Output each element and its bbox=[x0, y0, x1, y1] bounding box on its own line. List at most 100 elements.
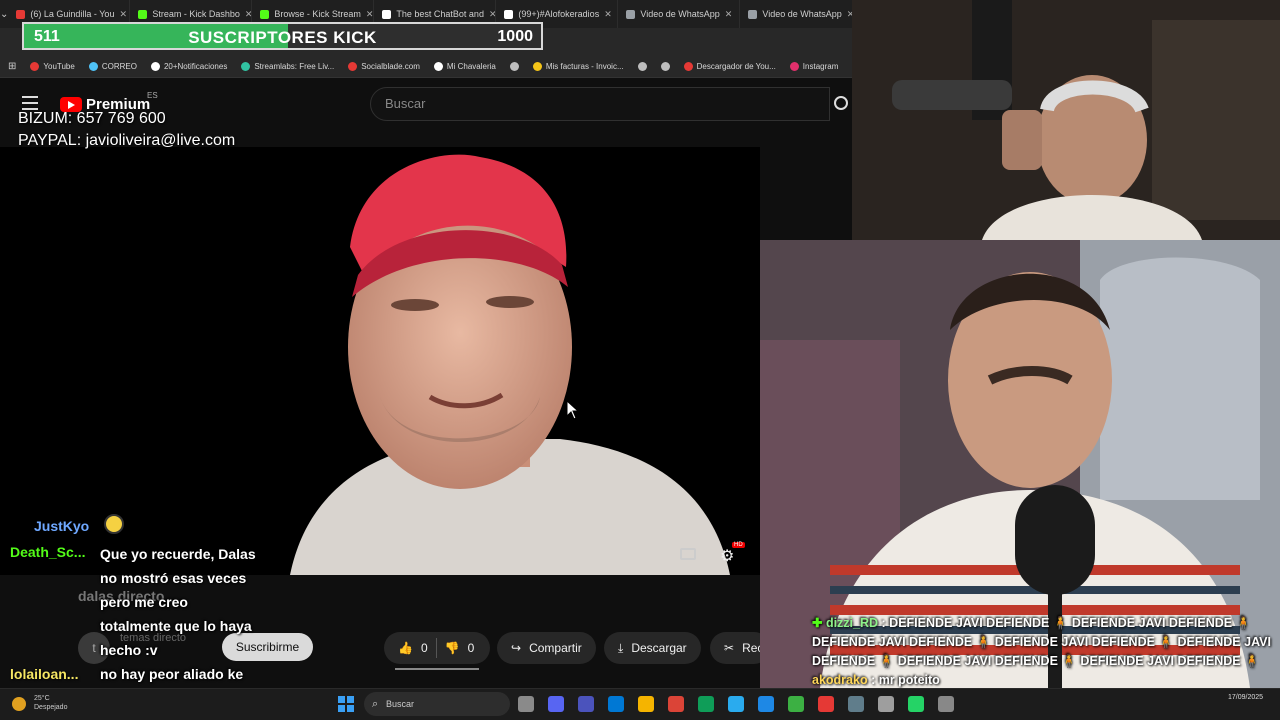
bookmark-label: CORREO bbox=[101, 62, 137, 71]
browser-tab[interactable]: Video de WhatsApp ✕ bbox=[618, 0, 741, 28]
download-label: Descargar bbox=[631, 641, 687, 655]
taskbar-app-icon[interactable] bbox=[878, 696, 894, 712]
bookmark-label: Descargador de You... bbox=[696, 62, 776, 71]
tab-search-button[interactable]: ⌄ bbox=[0, 0, 8, 28]
bookmark-item[interactable]: Instagram bbox=[789, 62, 839, 71]
tab-close-icon[interactable]: ✕ bbox=[245, 9, 251, 20]
bookmark-label: Mi Chavaleria bbox=[446, 62, 496, 71]
subscriber-goal-title: SUSCRIPTORES KICK bbox=[188, 28, 377, 47]
taskbar-app-icon[interactable] bbox=[608, 696, 624, 712]
download-icon: ⤓ bbox=[618, 640, 624, 655]
video-person-illustration bbox=[290, 154, 730, 575]
tab-close-icon[interactable]: ✕ bbox=[119, 9, 127, 20]
weather-sun-icon[interactable] bbox=[12, 697, 26, 711]
bookmark-favicon-icon bbox=[683, 62, 693, 71]
bookmark-favicon-icon bbox=[241, 62, 251, 71]
windows-start-icon[interactable] bbox=[338, 696, 354, 712]
tab-close-icon[interactable]: ✕ bbox=[604, 9, 612, 20]
bookmark-item[interactable]: Mis facturas - Invoic... bbox=[532, 62, 624, 71]
taskbar-app-icon[interactable] bbox=[848, 696, 864, 712]
taskbar-app-icon[interactable] bbox=[788, 696, 804, 712]
tab-close-icon[interactable]: ✕ bbox=[366, 9, 373, 20]
bookmark-item[interactable] bbox=[660, 62, 670, 71]
thumbs-up-icon[interactable]: 👍 bbox=[398, 641, 413, 655]
tab-favicon-icon bbox=[16, 9, 26, 19]
chat-username: JustKyo bbox=[34, 518, 90, 534]
download-button[interactable]: ⤓ Descargar bbox=[604, 632, 701, 664]
tab-close-icon[interactable]: ✕ bbox=[489, 9, 495, 20]
bookmark-label: Socialblade.com bbox=[361, 62, 420, 71]
taskbar-app-icon[interactable] bbox=[578, 696, 594, 712]
taskbar-app-icon[interactable] bbox=[728, 696, 744, 712]
bookmark-favicon-icon bbox=[637, 62, 647, 71]
tab-favicon-icon bbox=[504, 9, 514, 19]
bookmark-item[interactable]: Socialblade.com bbox=[348, 62, 420, 71]
bookmark-favicon-icon bbox=[433, 62, 443, 71]
taskbar-app-icon[interactable] bbox=[818, 696, 834, 712]
search-icon[interactable] bbox=[834, 96, 848, 110]
chat-line-1: ✚ dizzi_RD : DEFIENDE JAVI DEFIENDE 🧍 DE… bbox=[812, 614, 1272, 671]
scissors-icon: ✂ bbox=[724, 641, 735, 655]
donation-info: BIZUM: 657 769 600 PAYPAL: javioliveira@… bbox=[18, 108, 235, 152]
like-count: 0 bbox=[420, 641, 428, 655]
taskbar-app-icon[interactable] bbox=[758, 696, 774, 712]
bookmark-favicon-icon bbox=[509, 62, 519, 71]
chat-message: : DEFIENDE JAVI DEFIENDE 🧍 DEFIENDE JAVI… bbox=[812, 616, 1271, 668]
apps-grid-icon[interactable]: ⊞ bbox=[8, 61, 16, 72]
like-dislike-group: 👍 0 👎 0 bbox=[384, 632, 490, 664]
tab-label: Video de WhatsApp bbox=[762, 9, 842, 19]
bookmark-item[interactable] bbox=[637, 62, 647, 71]
chat-message-line: totalmente que lo haya bbox=[100, 618, 252, 634]
bookmark-favicon-icon bbox=[789, 62, 799, 71]
tab-favicon-icon bbox=[382, 9, 392, 19]
taskbar-app-icon[interactable] bbox=[638, 696, 654, 712]
tab-label: Stream - Kick Dashbo bbox=[152, 9, 240, 19]
system-clock[interactable]: 17/09/2025 bbox=[1228, 693, 1263, 703]
youtube-search-input[interactable]: Buscar bbox=[370, 87, 830, 121]
weather-description: Despejado bbox=[34, 704, 68, 711]
settings-gear-icon[interactable]: ⚙ bbox=[720, 546, 734, 566]
subscriber-goal-target: 1000 bbox=[497, 28, 533, 45]
like-separator bbox=[435, 638, 437, 658]
tab-favicon-icon bbox=[748, 9, 758, 19]
bookmark-item[interactable]: CORREO bbox=[88, 62, 137, 71]
taskbar-app-icon[interactable] bbox=[668, 696, 684, 712]
region-label: ES bbox=[147, 91, 158, 100]
subtitles-icon[interactable] bbox=[680, 548, 696, 560]
webcam-top-scene bbox=[852, 0, 1280, 240]
share-button[interactable]: ↪ Compartir bbox=[497, 632, 596, 664]
share-label: Compartir bbox=[529, 641, 582, 655]
bookmark-item[interactable]: Descargador de You... bbox=[683, 62, 776, 71]
subscriber-goal-bar: 511 SUSCRIPTORES KICK 1000 bbox=[22, 22, 543, 50]
taskbar-app-icon[interactable] bbox=[548, 696, 564, 712]
thumbs-down-icon[interactable]: 👎 bbox=[445, 641, 460, 655]
mouse-cursor-icon bbox=[566, 400, 580, 420]
bookmark-item[interactable] bbox=[509, 62, 519, 71]
chat-message: : mr poteito bbox=[871, 673, 940, 687]
bookmark-label: Mis facturas - Invoic... bbox=[545, 62, 624, 71]
browser-tab[interactable]: Video de WhatsApp ✕ bbox=[740, 0, 863, 28]
bookmark-item[interactable]: YouTube bbox=[30, 62, 75, 71]
chat-message-line: no hay peor aliado ke bbox=[100, 666, 244, 682]
chat-username: dizzi_RD bbox=[825, 616, 879, 630]
bookmark-item[interactable]: 20+Notificaciones bbox=[150, 62, 227, 71]
bookmark-label: Instagram bbox=[802, 62, 839, 71]
taskbar-app-icon[interactable] bbox=[938, 696, 954, 712]
video-player[interactable] bbox=[0, 147, 760, 575]
chat-message-line: Que yo recuerde, Dalas bbox=[100, 546, 256, 562]
tab-label: The best ChatBot and bbox=[396, 9, 484, 19]
tab-close-icon[interactable]: ✕ bbox=[725, 9, 733, 20]
bookmarks-bar: ⊞ YouTube CORREO 20+Notificaciones Streamlab… bbox=[0, 56, 852, 78]
chat-badge-icon: ✚ bbox=[812, 616, 826, 630]
weather-widget[interactable]: 25°C Despejado bbox=[34, 694, 67, 712]
taskbar-app-icon[interactable] bbox=[908, 696, 924, 712]
chat-message-line: pero me creo bbox=[100, 594, 188, 610]
tab-label: Video de WhatsApp bbox=[640, 9, 720, 19]
taskbar-search-input[interactable]: Buscar bbox=[364, 692, 510, 716]
bookmark-favicon-icon bbox=[348, 62, 358, 71]
bookmark-label: Streamlabs: Free Liv... bbox=[254, 62, 335, 71]
bookmark-item[interactable]: Streamlabs: Free Liv... bbox=[241, 62, 334, 71]
taskbar-app-icon[interactable] bbox=[518, 696, 534, 712]
taskbar-app-icon[interactable] bbox=[698, 696, 714, 712]
bookmark-item[interactable]: Mi Chavaleria bbox=[433, 62, 496, 71]
